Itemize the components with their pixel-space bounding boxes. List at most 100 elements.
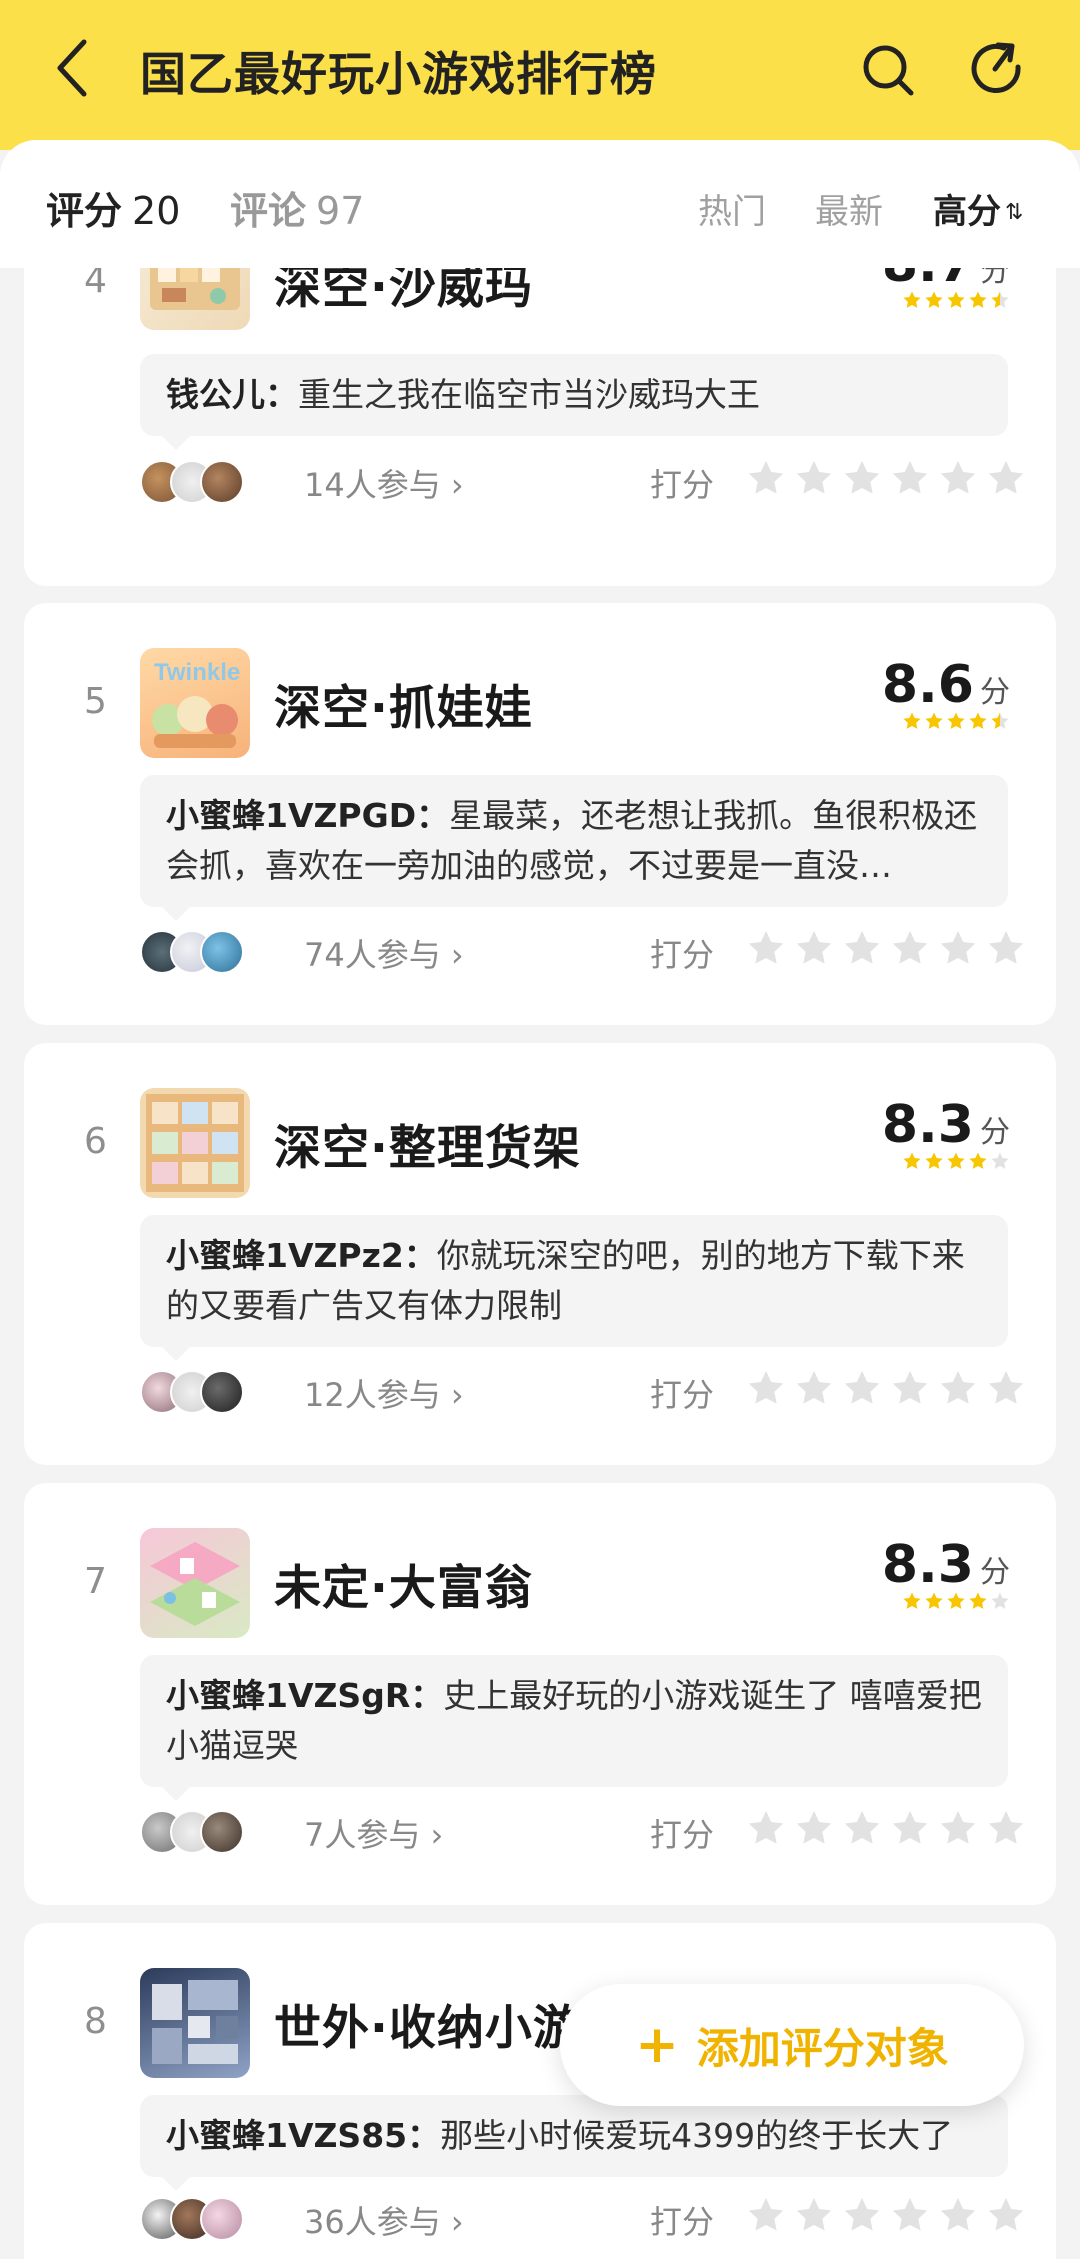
comment-author: 小蜜蜂1VZPz2 xyxy=(166,1236,404,1275)
share-button[interactable] xyxy=(968,40,1026,98)
participants-count: 12人参与 xyxy=(304,1376,441,1414)
chevron-right-icon: › xyxy=(450,1376,464,1414)
card-footer: 12人参与 › 打分 xyxy=(140,1366,1024,1416)
rate-star-icon[interactable] xyxy=(986,928,1026,968)
rate-star-picker[interactable] xyxy=(746,928,1026,968)
participants-count: 7人参与 xyxy=(304,1816,421,1854)
comment-separator: ： xyxy=(265,375,298,414)
rate-label: 打分 xyxy=(650,466,715,504)
participants-link[interactable]: 14人参与 › xyxy=(304,460,464,506)
rate-star-icon[interactable] xyxy=(746,928,786,968)
score-star-icon xyxy=(991,1592,1009,1609)
tab-score[interactable]: 评分 20 xyxy=(46,180,180,235)
sort-high[interactable]: 高分 ⇅ xyxy=(933,184,1023,233)
tab-comment[interactable]: 评论 97 xyxy=(230,180,364,235)
add-rating-target-button[interactable]: + 添加评分对象 xyxy=(560,1984,1024,2106)
search-icon xyxy=(863,45,914,96)
rate-star-icon[interactable] xyxy=(746,1808,786,1848)
rate-star-icon[interactable] xyxy=(986,458,1026,498)
sort-hot[interactable]: 热门 xyxy=(698,184,766,233)
rank-number: 6 xyxy=(84,1121,107,1162)
score-value: 8.3 xyxy=(881,1535,974,1595)
search-button[interactable] xyxy=(860,42,916,98)
rate-star-icon[interactable] xyxy=(890,458,930,498)
card-footer: 74人参与 › 打分 xyxy=(140,926,1024,976)
chevron-right-icon: › xyxy=(450,2203,464,2241)
rate-star-icon[interactable] xyxy=(890,1808,930,1848)
avatar-group[interactable] xyxy=(140,1370,270,1414)
score-stars xyxy=(882,1591,1010,1611)
rate-star-picker[interactable] xyxy=(746,458,1026,498)
avatar xyxy=(200,1370,244,1414)
comment-separator: ： xyxy=(410,1676,444,1715)
bubble-tail xyxy=(162,2177,190,2191)
participants-link[interactable]: 12人参与 › xyxy=(304,1370,464,1416)
avatar-group[interactable] xyxy=(140,1810,270,1854)
rate-star-icon[interactable] xyxy=(986,1808,1026,1848)
rate-star-icon[interactable] xyxy=(794,458,834,498)
participants-link[interactable]: 36人参与 › xyxy=(304,2197,464,2243)
score-star-icon xyxy=(903,1592,921,1609)
comment-separator: ： xyxy=(407,2116,441,2155)
game-thumbnail xyxy=(140,268,250,330)
rate-star-icon[interactable] xyxy=(842,1368,882,1408)
comment-bubble[interactable]: 钱公儿：重生之我在临空市当沙威玛大王 xyxy=(140,354,1008,450)
rate-star-icon[interactable] xyxy=(794,1368,834,1408)
rate-star-icon[interactable] xyxy=(746,2195,786,2235)
add-rating-target-label: 添加评分对象 xyxy=(696,2023,949,2073)
ranking-card[interactable]: 4 深空·沙威玛 8.7分 钱公儿：重生之我在临空市当沙威玛大王 xyxy=(24,268,1056,586)
comment-bubble[interactable]: 小蜜蜂1VZPGD：星最菜，还老想让我抓。鱼很积极还会抓，喜欢在一旁加油的感觉，… xyxy=(140,775,1008,921)
rate-star-icon[interactable] xyxy=(842,458,882,498)
rate-star-icon[interactable] xyxy=(842,1808,882,1848)
rate-star-icon[interactable] xyxy=(794,1808,834,1848)
rate-star-picker[interactable] xyxy=(746,1808,1026,1848)
rate-star-icon[interactable] xyxy=(890,1368,930,1408)
participants-link[interactable]: 7人参与 › xyxy=(304,1810,443,1856)
rate-star-icon[interactable] xyxy=(938,1368,978,1408)
score-star-icon xyxy=(947,712,965,729)
card-footer: 36人参与 › 打分 xyxy=(140,2193,1024,2243)
rate-star-icon[interactable] xyxy=(842,928,882,968)
participants-count: 14人参与 xyxy=(304,466,441,504)
game-thumbnail: Twinkle xyxy=(140,648,250,758)
back-button[interactable] xyxy=(52,36,92,100)
score-star-icon xyxy=(925,712,943,729)
comment-bubble[interactable]: 小蜜蜂1VZSgR：史上最好玩的小游戏诞生了 嘻嘻爱把小猫逗哭 xyxy=(140,1655,1008,1801)
score-star-icon xyxy=(969,1152,987,1169)
comment-bubble[interactable]: 小蜜蜂1VZPz2：你就玩深空的吧，别的地方下载下来的又要看广告又有体力限制 xyxy=(140,1215,1008,1361)
rate-star-picker[interactable] xyxy=(746,2195,1026,2235)
participants-link[interactable]: 74人参与 › xyxy=(304,930,464,976)
ranking-card[interactable]: 6 深空·整理货架 8.3 分 小蜜蜂1VZPz2：你就玩深空的吧，别的地方下载下… xyxy=(24,1043,1056,1465)
rate-star-icon[interactable] xyxy=(746,458,786,498)
rate-star-icon[interactable] xyxy=(842,2195,882,2235)
ranking-list: 4 深空·沙威玛 8.7分 钱公儿：重生之我在临空市当沙威玛大王 xyxy=(0,268,1080,2259)
rate-star-picker[interactable] xyxy=(746,1368,1026,1408)
score-block: 8.3 分 xyxy=(882,1095,1010,1171)
score-star-icon xyxy=(991,712,1009,729)
score-star-icon xyxy=(925,1152,943,1169)
rate-star-icon[interactable] xyxy=(890,928,930,968)
rate-star-icon[interactable] xyxy=(986,1368,1026,1408)
chevron-right-icon: › xyxy=(450,936,464,974)
ranking-card[interactable]: 5 Twinkle 深空·抓娃娃 8.6 分 小蜜蜂1VZPGD：星最菜，还老想让… xyxy=(24,603,1056,1025)
rate-star-icon[interactable] xyxy=(794,928,834,968)
sort-newest[interactable]: 最新 xyxy=(815,184,883,233)
comment-body: 小蜜蜂1VZPGD：星最菜，还老想让我抓。鱼很积极还会抓，喜欢在一旁加油的感觉，… xyxy=(166,791,982,891)
avatar-group[interactable] xyxy=(140,460,270,504)
rate-star-icon[interactable] xyxy=(890,2195,930,2235)
rate-star-icon[interactable] xyxy=(938,928,978,968)
rate-star-icon[interactable] xyxy=(938,2195,978,2235)
score-stars xyxy=(882,290,1010,310)
score-block: 8.7分 xyxy=(882,268,1010,310)
rate-star-icon[interactable] xyxy=(746,1368,786,1408)
rate-star-icon[interactable] xyxy=(794,2195,834,2235)
rate-star-icon[interactable] xyxy=(938,1808,978,1848)
rate-star-icon[interactable] xyxy=(938,458,978,498)
avatar-group[interactable] xyxy=(140,2197,270,2241)
comment-bubble[interactable]: 小蜜蜂1VZS85：那些小时候爱玩4399的终于长大了 xyxy=(140,2095,1008,2191)
avatar-group[interactable] xyxy=(140,930,270,974)
comment-author: 钱公儿 xyxy=(166,375,265,414)
comment-separator: ： xyxy=(416,796,450,835)
ranking-card[interactable]: 7 未定·大富翁 8.3 分 小蜜蜂1VZSgR：史上最好玩的小游戏诞生了 嘻嘻爱… xyxy=(24,1483,1056,1905)
rate-star-icon[interactable] xyxy=(986,2195,1026,2235)
